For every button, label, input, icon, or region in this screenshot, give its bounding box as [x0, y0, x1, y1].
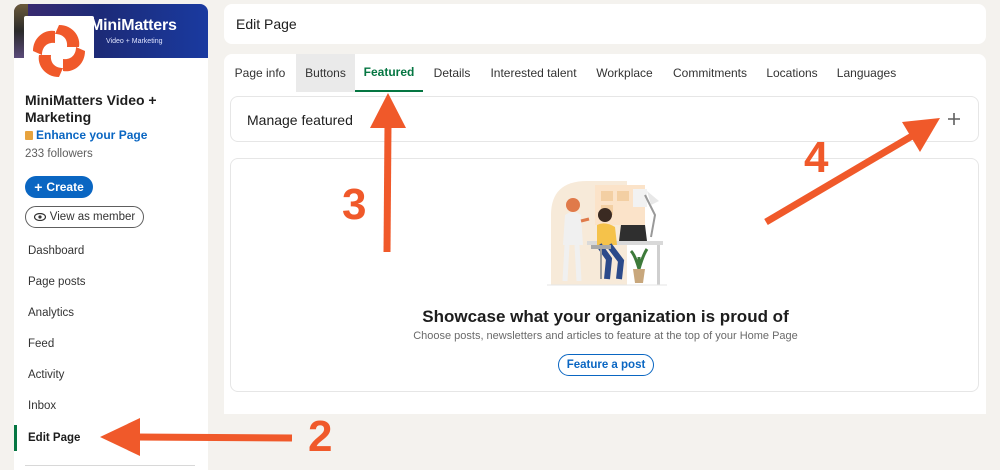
annotation-number-3: 3 — [342, 180, 367, 229]
annotation-number-4: 4 — [804, 133, 829, 182]
arrow-4-icon — [764, 118, 940, 226]
arrow-3-icon — [370, 93, 406, 253]
arrow-2-icon — [100, 418, 293, 456]
annotation-overlay — [100, 93, 940, 456]
annotation-number-2: 2 — [308, 412, 333, 461]
